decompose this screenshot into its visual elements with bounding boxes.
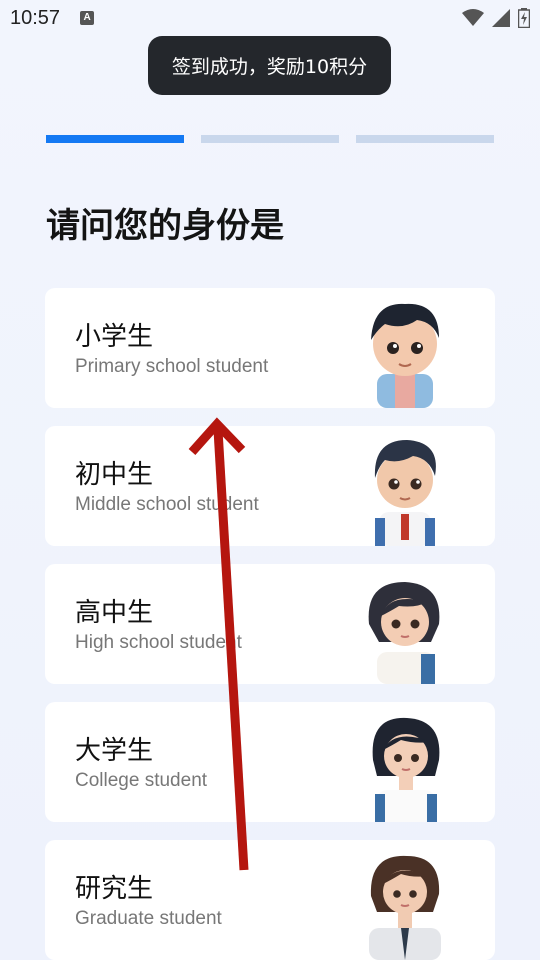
notification-icon: A [80, 11, 95, 25]
status-icons [462, 8, 530, 28]
option-subtitle: High school student [75, 632, 242, 653]
woman-college-avatar-icon [372, 717, 440, 822]
option-subtitle: Graduate student [75, 908, 222, 929]
girl-high-avatar-icon [368, 582, 440, 684]
option-subtitle: College student [75, 770, 208, 791]
option-title: 小学生 [75, 322, 154, 352]
option-subtitle: Primary school student [75, 356, 269, 377]
option-title: 大学生 [75, 736, 154, 766]
option-card-middle[interactable]: 初中生 Middle school student [45, 426, 495, 546]
option-card-high[interactable]: 高中生 High school student [45, 564, 495, 684]
option-title: 高中生 [75, 598, 154, 628]
option-card-graduate[interactable]: 研究生 Graduate student [45, 840, 495, 960]
progress-step-3 [356, 135, 494, 143]
status-time: 10:57 [10, 6, 61, 29]
page-title: 请问您的身份是 [46, 206, 284, 246]
battery-icon [518, 8, 530, 28]
option-card-college[interactable]: 大学生 College student [45, 702, 495, 822]
wifi-icon [462, 9, 484, 26]
option-title: 初中生 [75, 460, 154, 490]
option-subtitle: Middle school student [75, 494, 259, 515]
boy-middle-avatar-icon [374, 440, 436, 546]
progress-step-2 [201, 135, 339, 143]
status-bar: 10:57 A [0, 0, 540, 36]
step-progress [46, 135, 494, 143]
boy-primary-avatar-icon [371, 303, 439, 408]
toast-message: 签到成功，奖励10积分 [148, 36, 391, 95]
option-title: 研究生 [75, 874, 154, 904]
option-card-primary[interactable]: 小学生 Primary school student [45, 288, 495, 408]
progress-step-1 [46, 135, 184, 143]
signal-icon [492, 9, 510, 27]
woman-graduate-avatar-icon [369, 855, 441, 960]
